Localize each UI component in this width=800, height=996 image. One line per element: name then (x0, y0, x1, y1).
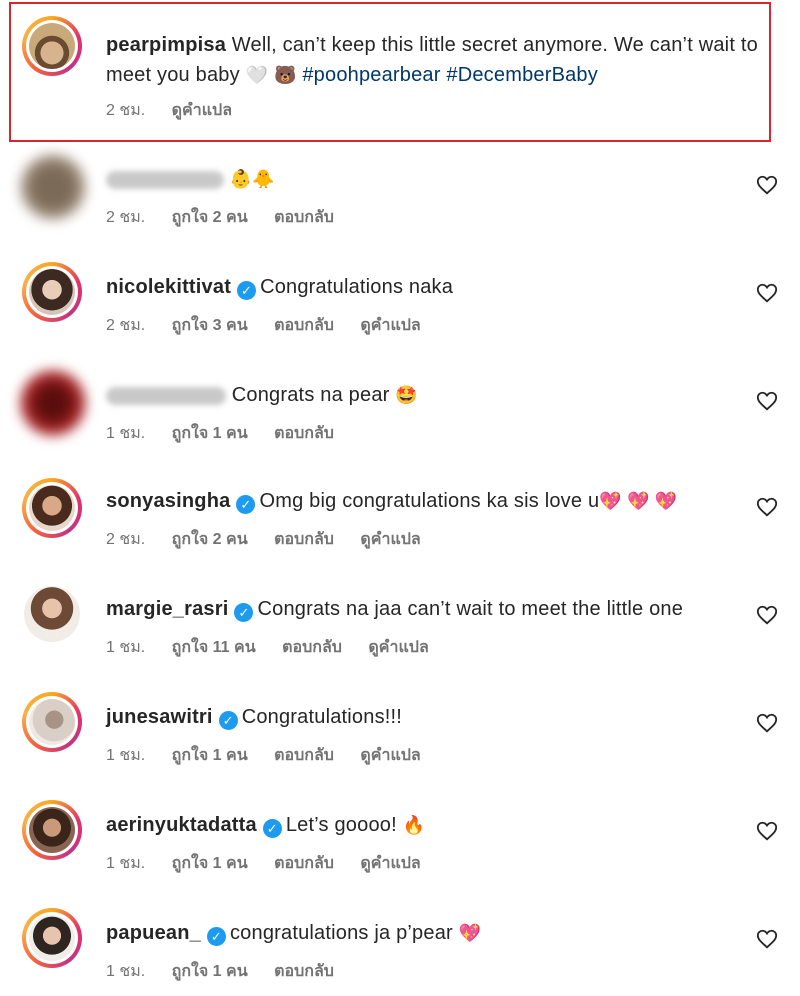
username[interactable]: aerinyuktadatta (106, 814, 257, 836)
reply-button[interactable]: ตอบกลับ (274, 963, 334, 980)
username-blurred[interactable] (106, 170, 224, 189)
username[interactable]: junesawitri (106, 706, 213, 728)
avatar[interactable] (22, 908, 82, 968)
translate-button[interactable]: ดูคำแปล (172, 102, 232, 119)
likes-count[interactable]: ถูกใจ 2 คน (172, 531, 248, 548)
username[interactable]: sonyasingha (106, 490, 230, 512)
avatar[interactable] (20, 370, 86, 436)
comment-emoji: 🤩 (395, 385, 418, 405)
timestamp[interactable]: 1 ชม. (106, 963, 145, 980)
verified-badge-icon: ✓ (218, 711, 238, 730)
reply-button[interactable]: ตอบกลับ (282, 639, 342, 656)
heart-outline-icon[interactable] (756, 604, 778, 626)
avatar[interactable] (22, 262, 82, 322)
reply-button[interactable]: ตอบกลับ (274, 747, 334, 764)
hashtag-link[interactable]: #DecemberBaby (446, 64, 598, 86)
username[interactable]: pearpimpisa (106, 34, 226, 56)
translate-button[interactable]: ดูคำแปล (360, 531, 420, 548)
timestamp[interactable]: 1 ชม. (106, 425, 145, 442)
verified-badge-icon: ✓ (236, 495, 256, 514)
comment-text: congratulations ja p’pear (229, 922, 453, 944)
comment-emoji: 👶🐥 (229, 169, 275, 189)
verified-badge-icon: ✓ (237, 281, 257, 300)
likes-count[interactable]: ถูกใจ 1 คน (172, 963, 248, 980)
timestamp[interactable]: 1 ชม. (106, 639, 145, 656)
username-blurred[interactable] (106, 386, 226, 405)
heart-outline-icon[interactable] (756, 174, 778, 196)
comment-text: Let’s goooo! (285, 814, 397, 836)
verified-badge-icon: ✓ (262, 819, 282, 838)
heart-outline-icon[interactable] (756, 712, 778, 734)
comment-text: Congrats na pear (231, 384, 390, 406)
bear-emoji: 🐻 (273, 65, 297, 85)
likes-count[interactable]: ถูกใจ 1 คน (172, 425, 248, 442)
comment-text: Congratulations naka (260, 276, 454, 298)
likes-count[interactable]: ถูกใจ 1 คน (172, 747, 248, 764)
likes-count[interactable]: ถูกใจ 2 คน (172, 209, 248, 226)
likes-count[interactable]: ถูกใจ 3 คน (172, 317, 248, 334)
timestamp[interactable]: 1 ชม. (106, 747, 145, 764)
heart-outline-icon[interactable] (756, 390, 778, 412)
translate-button[interactable]: ดูคำแปล (368, 639, 428, 656)
timestamp[interactable]: 2 ชม. (106, 209, 145, 226)
timestamp[interactable]: 2 ชม. (106, 102, 145, 119)
heart-outline-icon[interactable] (756, 820, 778, 842)
reply-button[interactable]: ตอบกลับ (274, 317, 334, 334)
reply-button[interactable]: ตอบกลับ (274, 425, 334, 442)
verified-badge-icon: ✓ (206, 927, 226, 946)
heart-emoji: 💖 💖 💖 (599, 491, 678, 511)
avatar[interactable] (22, 800, 82, 860)
username[interactable]: margie_rasri (106, 598, 228, 620)
heart-outline-icon[interactable] (756, 496, 778, 518)
reply-button[interactable]: ตอบกลับ (274, 209, 334, 226)
heart-outline-icon[interactable] (756, 282, 778, 304)
timestamp[interactable]: 2 ชม. (106, 317, 145, 334)
username[interactable]: nicolekittivat (106, 276, 231, 298)
avatar[interactable] (22, 16, 82, 76)
translate-button[interactable]: ดูคำแปล (360, 747, 420, 764)
avatar[interactable] (22, 692, 82, 752)
comment-text: Congratulations!!! (241, 706, 403, 728)
hashtag-link[interactable]: #poohpearbear (302, 64, 440, 86)
heart-emoji: 💖 (458, 923, 482, 943)
translate-button[interactable]: ดูคำแปล (360, 317, 420, 334)
comment-text: Congrats na jaa can’t wait to meet the l… (257, 598, 684, 620)
likes-count[interactable]: ถูกใจ 1 คน (172, 855, 248, 872)
avatar[interactable] (22, 478, 82, 538)
likes-count[interactable]: ถูกใจ 11 คน (172, 639, 256, 656)
white-heart-emoji: 🤍 (245, 65, 269, 85)
fire-emoji: 🔥 (402, 815, 426, 835)
avatar[interactable] (24, 586, 80, 642)
avatar[interactable] (20, 154, 86, 220)
comment-text: Omg big congratulations ka sis love u (259, 490, 600, 512)
translate-button[interactable]: ดูคำแปล (360, 855, 420, 872)
heart-outline-icon[interactable] (756, 928, 778, 950)
timestamp[interactable]: 1 ชม. (106, 855, 145, 872)
reply-button[interactable]: ตอบกลับ (274, 855, 334, 872)
reply-button[interactable]: ตอบกลับ (274, 531, 334, 548)
verified-badge-icon: ✓ (234, 603, 254, 622)
timestamp[interactable]: 2 ชม. (106, 531, 145, 548)
username[interactable]: papuean_ (106, 922, 201, 944)
